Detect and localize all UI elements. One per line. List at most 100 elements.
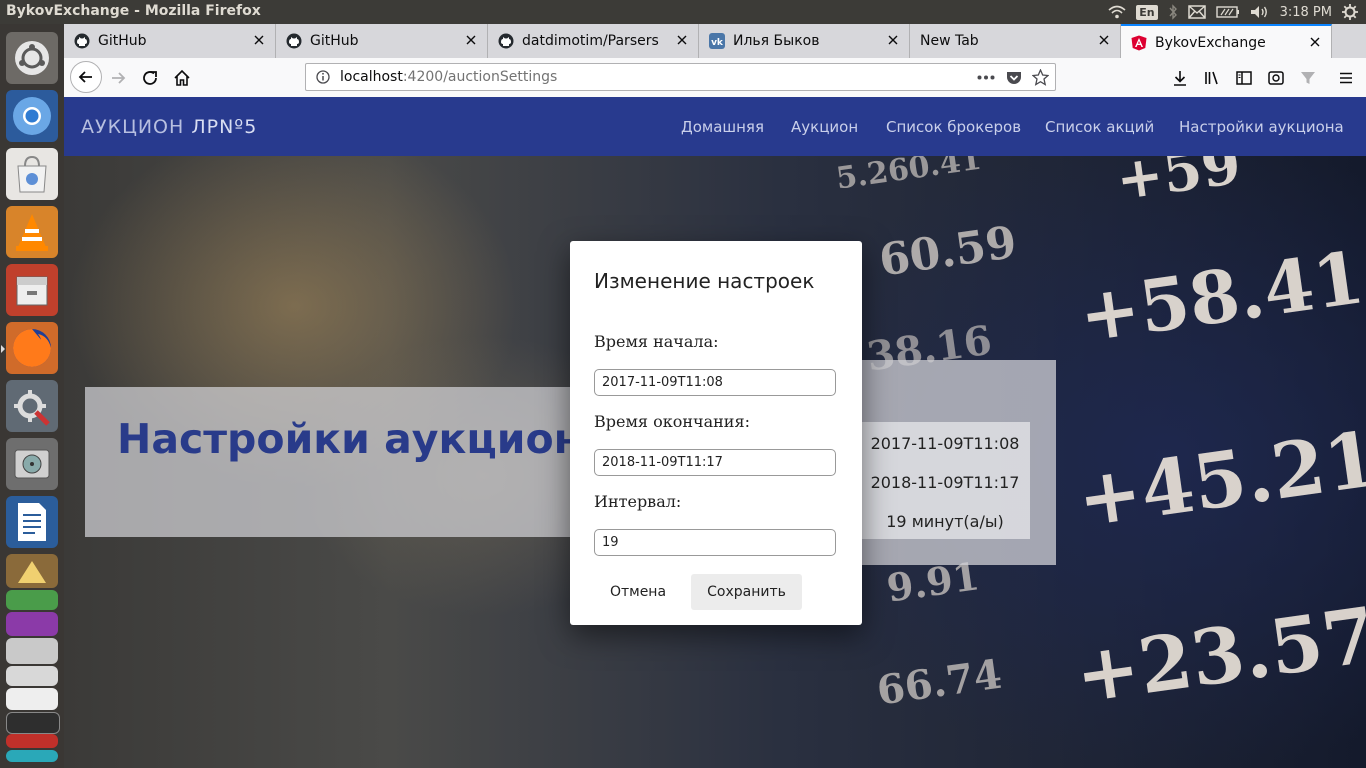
dialog-title: Изменение настроек xyxy=(594,269,815,293)
tab-label: GitHub xyxy=(98,33,147,49)
clock[interactable]: 3:18 PM xyxy=(1280,5,1332,20)
brand-logo[interactable]: АУКЦИОН ЛРNº5 xyxy=(81,116,257,138)
interval-label: Интервал: xyxy=(594,492,682,511)
cancel-button[interactable]: Отмена xyxy=(596,574,680,610)
brand-suffix: ЛРNº5 xyxy=(191,116,258,138)
info-icon[interactable] xyxy=(316,70,330,84)
menu-button[interactable] xyxy=(1332,64,1360,92)
pocket-icon[interactable] xyxy=(1006,70,1022,86)
tab-label: New Tab xyxy=(920,33,979,49)
close-tab-icon[interactable] xyxy=(1307,34,1323,50)
terminal-icon[interactable] xyxy=(6,712,60,734)
github-icon xyxy=(286,33,302,49)
extension-button[interactable] xyxy=(1294,64,1322,92)
ubuntu-dash-icon[interactable] xyxy=(6,32,58,84)
workspaces-icon[interactable] xyxy=(6,590,58,610)
home-button[interactable] xyxy=(168,64,196,92)
save-button[interactable]: Сохранить xyxy=(691,574,802,610)
disk-utility-icon[interactable] xyxy=(6,438,58,490)
start-time-label: Время начала: xyxy=(594,332,719,351)
brand-prefix: АУКЦИОН xyxy=(81,116,185,138)
svg-text:vk: vk xyxy=(711,38,724,48)
tab-new-tab[interactable]: New Tab xyxy=(910,24,1121,58)
volume-icon[interactable] xyxy=(1250,5,1270,19)
downloads-button[interactable] xyxy=(1166,64,1194,92)
bookmark-star-icon[interactable] xyxy=(1032,69,1049,86)
settings-summary: 2017-11-09T11:08 2018-11-09T11:17 19 мин… xyxy=(860,422,1030,539)
app-stack-icon[interactable] xyxy=(6,638,58,664)
vlc-icon[interactable] xyxy=(6,206,58,258)
ticker-value: 66.74 xyxy=(874,650,1005,715)
close-tab-icon[interactable] xyxy=(674,32,690,48)
tab-label: GitHub xyxy=(310,33,359,49)
system-tray: En 3:18 PM xyxy=(1108,0,1358,24)
reload-icon xyxy=(143,71,157,85)
page-actions-icon[interactable] xyxy=(977,75,995,80)
settings-icon[interactable] xyxy=(6,380,58,432)
github-icon xyxy=(74,33,90,49)
bluetooth-icon[interactable] xyxy=(1168,4,1178,20)
writer-icon[interactable] xyxy=(6,496,58,548)
nav-home[interactable]: Домашняя xyxy=(681,118,764,136)
chromium-icon[interactable] xyxy=(6,90,58,142)
mail-icon[interactable] xyxy=(1187,5,1206,19)
start-time-input[interactable] xyxy=(594,369,836,396)
home-icon xyxy=(174,69,190,86)
tab-strip: GitHub GitHub datdimotim/Parsers vk Илья… xyxy=(64,24,1366,59)
app-stack-icon[interactable] xyxy=(6,688,58,710)
app-stack-icon[interactable] xyxy=(6,750,58,762)
url-text[interactable]: localhost:4200/auctionSettings xyxy=(340,69,557,85)
reload-button[interactable] xyxy=(136,64,164,92)
window-title: BykovExchange - Mozilla Firefox xyxy=(6,3,261,19)
tab-parsers[interactable]: datdimotim/Parsers xyxy=(488,24,699,58)
app-stack-icon[interactable] xyxy=(6,666,58,686)
nav-auction[interactable]: Аукцион xyxy=(791,118,858,136)
sidebar-icon xyxy=(1236,71,1252,85)
wifi-icon[interactable] xyxy=(1108,5,1126,19)
files-icon[interactable] xyxy=(6,264,58,316)
interval-input[interactable] xyxy=(594,529,836,556)
app-stack-icon[interactable] xyxy=(6,734,58,748)
tab-github-1[interactable]: GitHub xyxy=(64,24,276,58)
forward-button[interactable] xyxy=(104,64,132,92)
github-icon xyxy=(498,33,514,49)
nav-brokers[interactable]: Список брокеров xyxy=(886,118,1021,136)
hero-panel: Настройки аукцион xyxy=(85,387,585,537)
tab-bykov-exchange[interactable]: BykovExchange xyxy=(1121,24,1332,59)
end-time-input[interactable] xyxy=(594,449,836,476)
ticker-value: +23.57 xyxy=(1070,590,1366,721)
nav-auction-settings[interactable]: Настройки аукциона xyxy=(1179,118,1344,136)
system-settings-icon[interactable] xyxy=(1342,4,1358,20)
tab-github-2[interactable]: GitHub xyxy=(276,24,488,58)
screenshot-button[interactable] xyxy=(1262,64,1290,92)
keyboard-layout-indicator[interactable]: En xyxy=(1136,4,1158,20)
filter-icon xyxy=(1301,72,1315,84)
vk-icon: vk xyxy=(709,33,725,49)
settings-summary-card: 2017-11-09T11:08 2018-11-09T11:17 19 мин… xyxy=(845,360,1056,565)
sidebar-button[interactable] xyxy=(1230,64,1258,92)
bleachbit-icon[interactable] xyxy=(6,554,58,588)
ticker-value: 60.59 xyxy=(876,216,1020,287)
nav-stocks[interactable]: Список акций xyxy=(1045,118,1154,136)
settings-dialog: Изменение настроек Время начала: Время о… xyxy=(570,241,862,625)
app-stack-icon[interactable] xyxy=(6,612,58,636)
page-title: Настройки аукцион xyxy=(117,415,582,463)
url-bar[interactable]: localhost:4200/auctionSettings xyxy=(305,63,1056,91)
battery-icon[interactable] xyxy=(1215,6,1240,18)
close-tab-icon[interactable] xyxy=(1096,32,1112,48)
tab-vk[interactable]: vk Илья Быков xyxy=(699,24,910,58)
close-tab-icon[interactable] xyxy=(251,32,267,48)
hamburger-menu-icon xyxy=(1340,72,1352,84)
back-button[interactable] xyxy=(70,61,102,93)
software-center-icon[interactable] xyxy=(6,148,58,200)
close-tab-icon[interactable] xyxy=(885,32,901,48)
close-tab-icon[interactable] xyxy=(463,32,479,48)
start-time-value: 2017-11-09T11:08 xyxy=(870,434,1020,453)
launcher xyxy=(0,24,65,768)
navigation-toolbar: localhost:4200/auctionSettings xyxy=(64,58,1366,98)
library-icon xyxy=(1205,71,1218,85)
library-button[interactable] xyxy=(1198,64,1226,92)
firefox-icon[interactable] xyxy=(1,322,58,374)
tab-label: datdimotim/Parsers xyxy=(522,33,659,49)
interval-value: 19 минут(а/ы) xyxy=(886,512,1004,531)
